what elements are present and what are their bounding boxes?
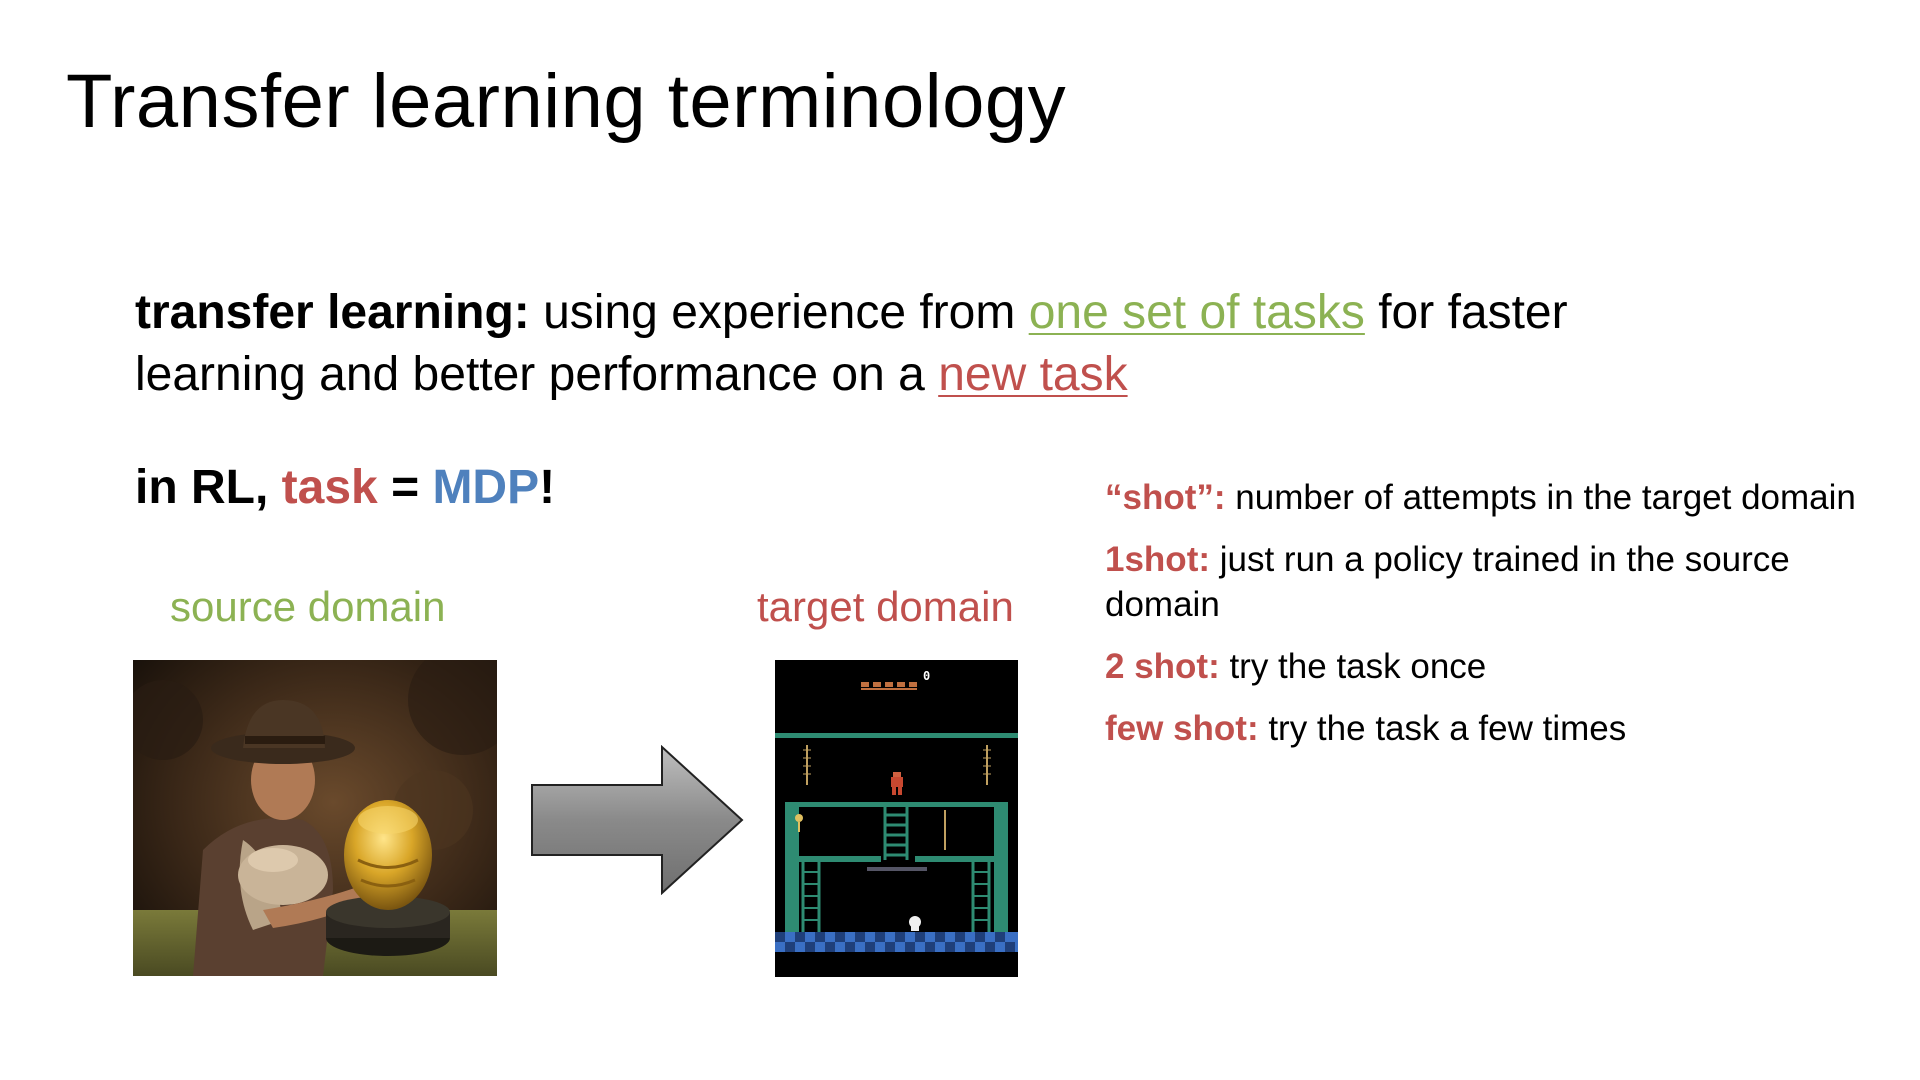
note-few-shot: few shot: try the task a few times [1105,706,1885,751]
note-term: “shot”: [1105,478,1226,517]
note-shot: “shot”: number of attempts in the target… [1105,475,1885,520]
definition-text: transfer learning: using experience from… [135,282,1735,406]
rl-task-mdp-line: in RL, task = MDP! [135,460,555,515]
rl-prefix: in RL, [135,461,282,514]
rl-mdp-word: MDP [432,461,540,514]
target-domain-label: target domain [757,583,1014,630]
montezumas-revenge-game-screen: 0 [775,660,1018,977]
definition-term: transfer learning: [135,286,530,339]
target-domain-image: 0 [775,660,1018,977]
source-domain-image [133,660,497,976]
note-2shot: 2 shot: try the task once [1105,644,1885,689]
rl-equals: = [377,461,433,514]
shot-terminology-notes: “shot”: number of attempts in the target… [1105,475,1885,768]
note-text: number of attempts in the target domain [1225,478,1856,517]
rl-suffix: ! [539,461,556,514]
source-domain-label: source domain [170,583,446,630]
note-1shot: 1shot: just run a policy trained in the … [1105,537,1885,627]
rl-task-word: task [281,461,378,514]
game-score: 0 [923,669,930,683]
note-term: few shot: [1105,709,1259,748]
right-arrow-icon [530,744,744,896]
indiana-jones-photo [133,660,497,976]
highlight-one-set-of-tasks: one set of tasks [1028,286,1365,339]
slide-title: Transfer learning terminology [66,59,1067,144]
note-term: 1shot: [1105,540,1210,579]
note-text: try the task once [1219,647,1487,686]
slide: Transfer learning terminology transfer l… [0,0,1920,1080]
highlight-new-task: new task [938,348,1128,401]
definition-text-1: using experience from [529,286,1029,339]
note-term: 2 shot: [1105,647,1220,686]
note-text: try the task a few times [1258,709,1627,748]
